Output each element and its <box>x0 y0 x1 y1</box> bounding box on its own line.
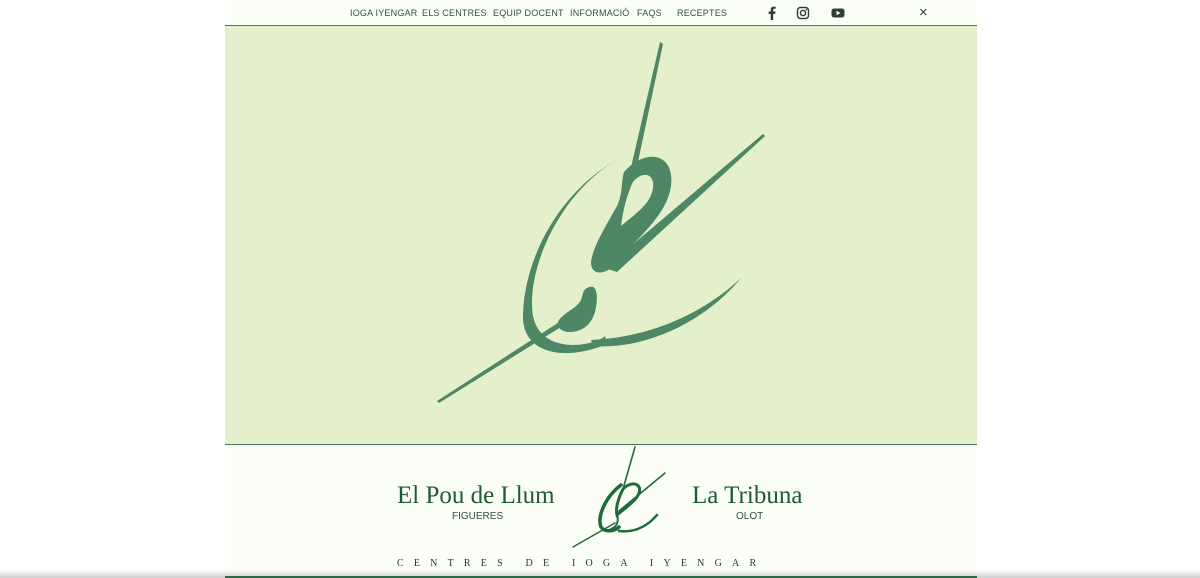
center-name-el-pou-de-llum: El Pou de Llum <box>397 482 555 509</box>
nav-ioga-iyengar[interactable]: IOGA IYENGAR <box>350 8 417 18</box>
close-icon[interactable]: × <box>919 4 928 21</box>
nav-equip-docent[interactable]: EQUIP DOCENT <box>493 8 564 18</box>
centres-brand-strip: El Pou de Llum FIGUERES La Tribuna OLOT … <box>225 445 977 578</box>
nav-receptes[interactable]: RECEPTES <box>677 8 727 18</box>
tagline: CENTRES DE IOGA IYENGAR <box>397 558 767 569</box>
instagram-icon[interactable] <box>795 5 811 21</box>
youtube-icon[interactable] <box>830 5 846 21</box>
center-city-figueres: FIGUERES <box>452 511 504 522</box>
nav-informacio[interactable]: INFORMACIÓ <box>570 8 630 18</box>
small-yoga-logo <box>572 446 666 548</box>
page-container: IOGA IYENGAR ELS CENTRES EQUIP DOCENT IN… <box>225 0 977 578</box>
hero-banner <box>225 26 977 445</box>
facebook-icon[interactable] <box>764 5 780 21</box>
center-name-la-tribuna: La Tribuna <box>692 482 803 509</box>
nav-faqs[interactable]: FAQS <box>637 8 662 18</box>
yoga-figure-logo <box>437 42 765 403</box>
center-city-olot: OLOT <box>736 511 764 522</box>
nav-els-centres[interactable]: ELS CENTRES <box>422 8 487 18</box>
top-navigation: IOGA IYENGAR ELS CENTRES EQUIP DOCENT IN… <box>225 0 977 26</box>
